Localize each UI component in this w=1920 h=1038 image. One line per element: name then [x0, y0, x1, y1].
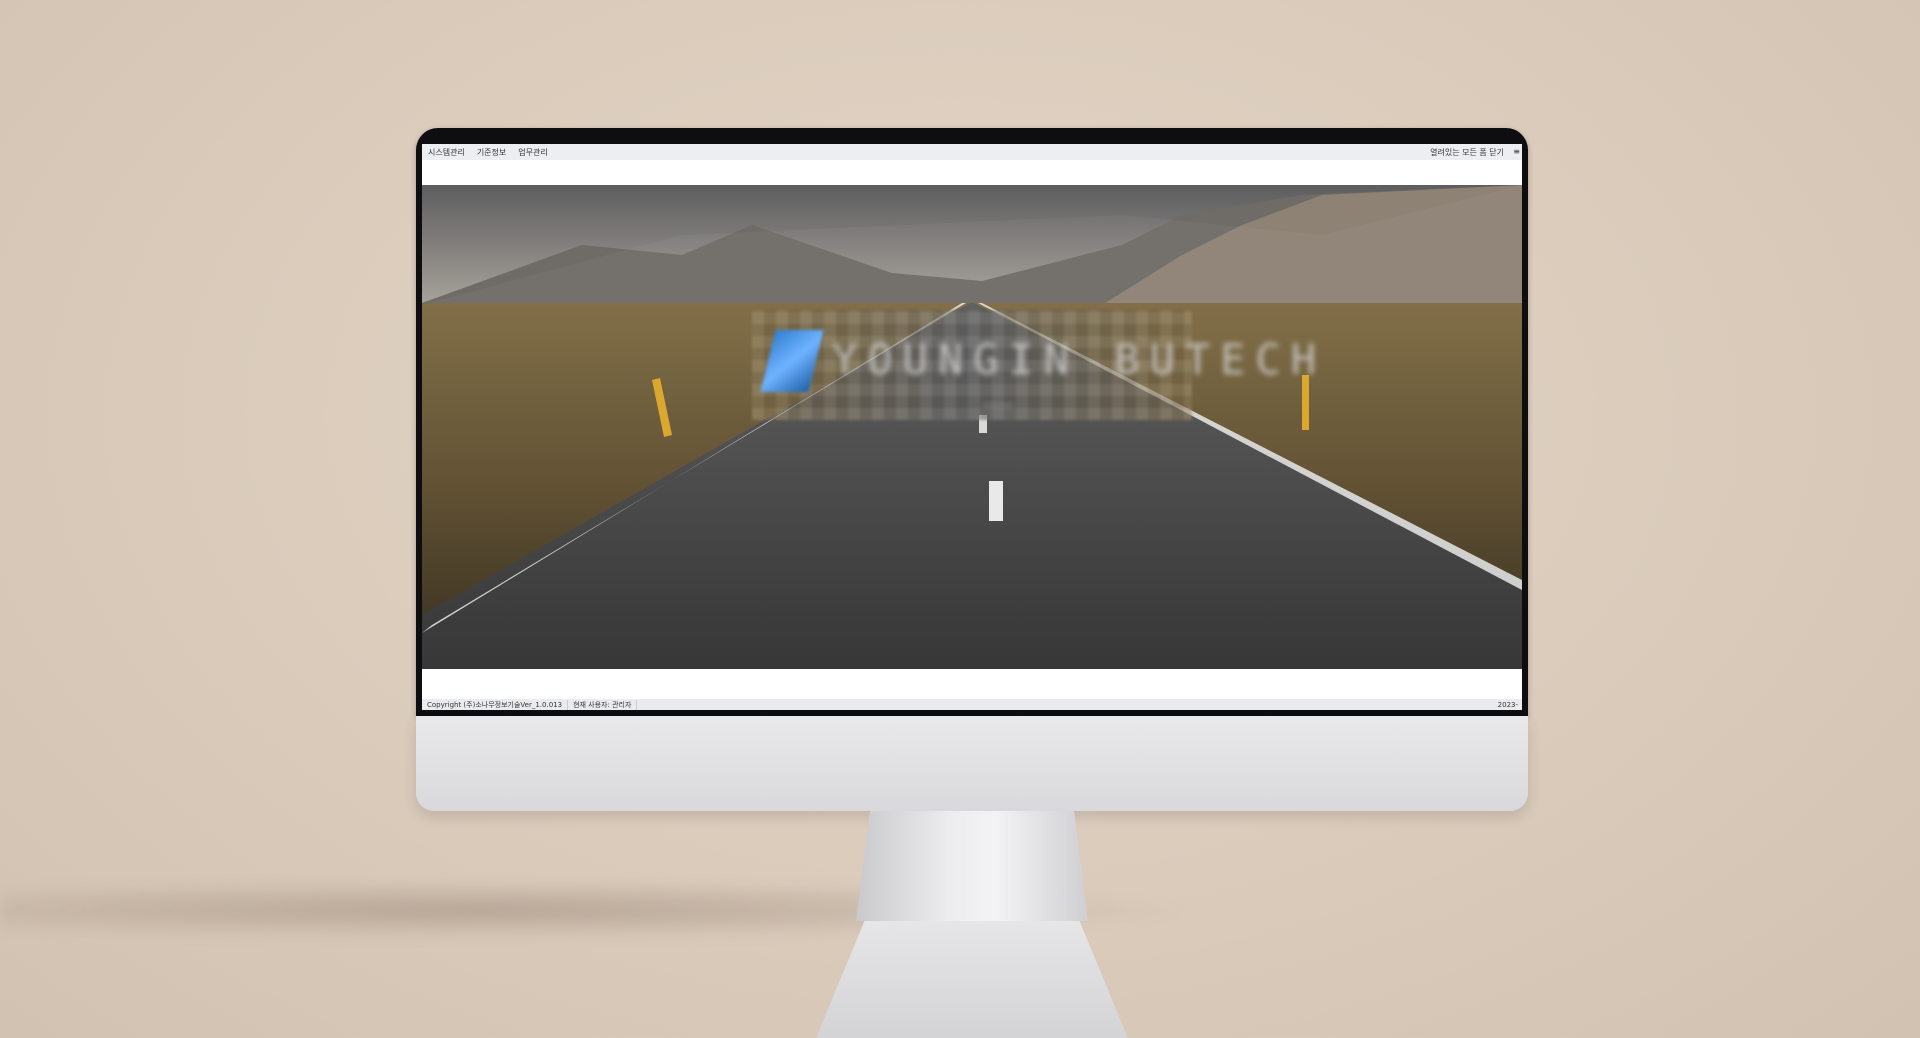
status-date: 2023- [1497, 700, 1518, 709]
close-all-forms-button[interactable]: 열려있는 모든 폼 닫기 [1424, 147, 1522, 158]
logo-text: YOUNGIN BUTECH [832, 335, 1327, 384]
monitor-stand-neck [856, 811, 1088, 921]
logo-subtext: —— [982, 395, 1014, 414]
menu-system-admin[interactable]: 시스템관리 [422, 147, 471, 158]
monitor: 시스템관리 기준정보 업무관리 열려있는 모든 폼 닫기 ≡ YOUNGIN B… [416, 128, 1528, 1038]
road-landscape-illustration [422, 185, 1522, 669]
monitor-chin [416, 716, 1528, 811]
status-current-user: 현재 사용자: 관리자 [568, 699, 638, 710]
menu-business-admin[interactable]: 업무관리 [512, 147, 553, 158]
toolbar-area [422, 160, 1522, 185]
footer-area [422, 669, 1522, 699]
app-window: 시스템관리 기준정보 업무관리 열려있는 모든 폼 닫기 ≡ YOUNGIN B… [422, 144, 1522, 710]
main-banner-image: YOUNGIN BUTECH —— [422, 185, 1522, 669]
menu-icon[interactable]: ≡ [1513, 147, 1520, 156]
menu-master-data[interactable]: 기준정보 [471, 147, 512, 158]
status-bar: Copyright (주)소나무정보기술Ver_1.0.013 현재 사용자: … [422, 699, 1522, 710]
status-copyright: Copyright (주)소나무정보기술Ver_1.0.013 [422, 699, 569, 710]
menu-bar: 시스템관리 기준정보 업무관리 열려있는 모든 폼 닫기 ≡ [422, 144, 1522, 161]
